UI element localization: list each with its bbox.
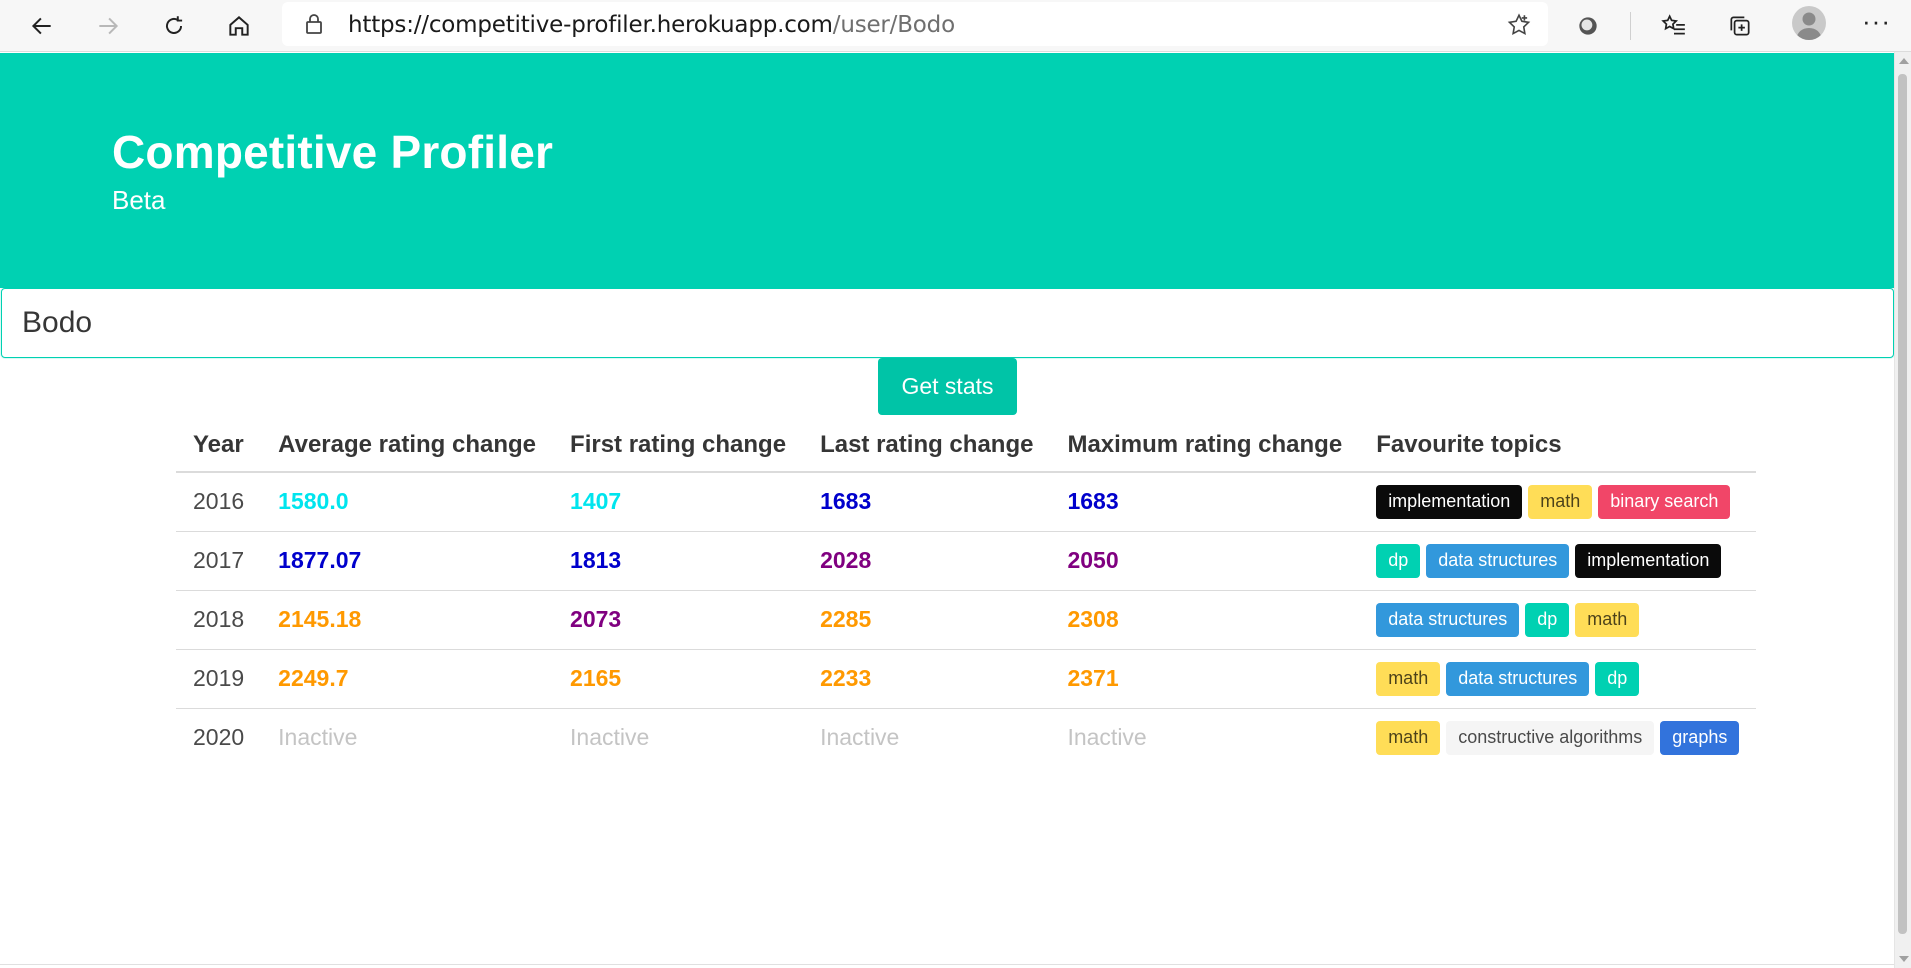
average-rating-cell: 2249.7 xyxy=(261,649,554,709)
more-menu-icon[interactable]: ··· xyxy=(1862,6,1891,37)
topic-tag: dp xyxy=(1525,602,1570,637)
user-avatar-icon xyxy=(1796,12,1822,40)
topic-tag: dp xyxy=(1595,661,1640,696)
home-button[interactable] xyxy=(219,6,259,46)
topic-tag: math xyxy=(1575,602,1640,637)
refresh-icon xyxy=(165,16,183,34)
favorites-button[interactable] xyxy=(1657,9,1691,43)
window-bottom-border xyxy=(0,964,1894,965)
refresh-button[interactable] xyxy=(154,6,194,46)
topic-tags: math data structures dp xyxy=(1376,661,1739,696)
get-stats-button[interactable]: Get stats xyxy=(878,358,1017,415)
first-rating-cell: 2165 xyxy=(553,649,804,709)
topic-tag: math xyxy=(1376,720,1441,755)
last-rating-cell: 2028 xyxy=(803,531,1051,591)
max-rating-cell: 2050 xyxy=(1050,531,1360,591)
max-rating-cell: 2308 xyxy=(1050,590,1360,650)
collections-button[interactable] xyxy=(1723,9,1757,43)
topics-cell: math data structures dp xyxy=(1359,649,1757,709)
first-rating-cell: Inactive xyxy=(570,724,650,751)
home-icon xyxy=(229,16,249,36)
table-row: 2017 1877.07 1813 2028 2050 dp data structures… xyxy=(176,531,1757,591)
average-rating-cell: 2145.18 xyxy=(261,590,554,650)
topic-tags: implementation math binary search xyxy=(1376,484,1739,519)
username-input[interactable] xyxy=(1,288,1894,358)
favorites-list-icon xyxy=(1661,14,1685,35)
back-arrow-icon xyxy=(31,17,51,35)
lock-icon xyxy=(306,14,322,34)
forward-arrow-icon xyxy=(99,17,119,35)
extension-button[interactable] xyxy=(1571,9,1605,43)
scroll-down-arrow-icon[interactable] xyxy=(1899,956,1909,962)
topics-cell: data structures dp math xyxy=(1359,590,1757,650)
topic-tag: math xyxy=(1376,661,1441,696)
year-cell: 2016 xyxy=(176,472,262,532)
max-rating-cell: 1683 xyxy=(1050,472,1360,532)
toolbar-divider xyxy=(1630,12,1631,40)
header-last: Last rating change xyxy=(803,418,1051,473)
last-rating-cell: 1683 xyxy=(803,472,1051,532)
year-cell: 2020 xyxy=(193,724,245,751)
topic-tag: data structures xyxy=(1376,602,1520,637)
max-rating-cell: 2371 xyxy=(1050,649,1360,709)
header-first: First rating change xyxy=(553,418,804,473)
last-rating-cell: 2233 xyxy=(803,649,1051,709)
topic-tag: dp xyxy=(1376,543,1421,578)
table-header-row: Year Average rating change First rating … xyxy=(176,418,1757,473)
table-row: 2019 2249.7 2165 2233 2371 math data structure… xyxy=(176,649,1757,709)
header-year: Year xyxy=(176,418,262,473)
url-host: https://competitive-profiler.herokuapp.c… xyxy=(348,12,833,38)
year-cell: 2018 xyxy=(176,590,262,650)
scroll-thumb[interactable] xyxy=(1898,74,1907,934)
topic-tag: implementation xyxy=(1575,543,1722,578)
page-title: Competitive Profiler xyxy=(112,126,554,178)
table-row: 2016 1580.0 1407 1683 1683 implementation math… xyxy=(176,472,1757,532)
first-rating-cell: 2073 xyxy=(553,590,804,650)
favorite-star-icon[interactable] xyxy=(1506,12,1532,38)
average-rating-cell: 1877.07 xyxy=(261,531,554,591)
first-rating-cell: 1813 xyxy=(553,531,804,591)
topic-tag: constructive algorithms xyxy=(1446,720,1655,755)
collections-icon xyxy=(1730,16,1750,36)
last-rating-cell: 2285 xyxy=(803,590,1051,650)
max-rating-cell: Inactive xyxy=(1067,724,1147,751)
year-cell: 2017 xyxy=(176,531,262,591)
page-subtitle: Beta xyxy=(112,185,166,215)
average-rating-cell: Inactive xyxy=(278,724,358,751)
table-row: 2020 Inactive Inactive Inactive Inactive math… xyxy=(176,708,1756,767)
topic-tag: graphs xyxy=(1660,720,1740,755)
url-text: https://competitive-profiler.herokuapp.c… xyxy=(348,12,955,38)
stats-table: Year Average rating change First rating … xyxy=(176,418,1757,767)
topic-tag: implementation xyxy=(1376,484,1523,519)
extension-circle-icon xyxy=(1579,17,1597,35)
year-cell: 2019 xyxy=(176,649,262,709)
topic-tag: binary search xyxy=(1598,484,1731,519)
table-row: 2018 2145.18 2073 2285 2308 data structures dp… xyxy=(176,590,1757,650)
average-rating-cell: 1580.0 xyxy=(261,472,554,532)
topic-tag: data structures xyxy=(1426,543,1570,578)
first-rating-cell: 1407 xyxy=(553,472,804,532)
back-button[interactable] xyxy=(22,6,62,46)
last-rating-cell: Inactive xyxy=(820,724,900,751)
topics-cell: dp data structures implementation xyxy=(1359,531,1757,591)
topic-tag: math xyxy=(1528,484,1593,519)
topic-tag: data structures xyxy=(1446,661,1590,696)
topic-tags: dp data structures implementation xyxy=(1376,543,1739,578)
header-average: Average rating change xyxy=(261,418,554,473)
browser-toolbar: https://competitive-profiler.herokuapp.c… xyxy=(0,0,1911,52)
forward-button[interactable] xyxy=(88,6,128,46)
header-topics: Favourite topics xyxy=(1359,418,1757,473)
topics-cell: implementation math binary search xyxy=(1359,472,1757,532)
hero-banner: Competitive Profiler Beta xyxy=(0,53,1894,288)
topics-cell: math constructive algorithms graphs xyxy=(1359,708,1756,767)
profile-avatar[interactable] xyxy=(1792,6,1826,40)
header-maximum: Maximum rating change xyxy=(1050,418,1360,473)
url-path: /user/Bodo xyxy=(832,12,955,38)
vertical-scrollbar[interactable] xyxy=(1894,52,1911,968)
topic-tags: math constructive algorithms graphs xyxy=(1376,720,1740,755)
scroll-up-arrow-icon[interactable] xyxy=(1899,58,1909,64)
address-bar[interactable]: https://competitive-profiler.herokuapp.c… xyxy=(282,2,1548,46)
topic-tags: data structures dp math xyxy=(1376,602,1739,637)
